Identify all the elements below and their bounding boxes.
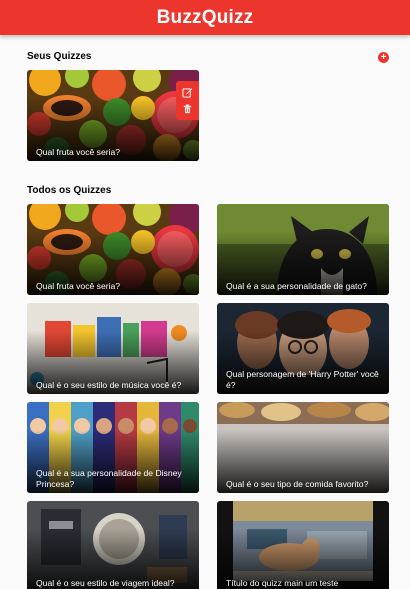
quiz-card[interactable]: Qual fruta você seria?	[27, 204, 199, 295]
quiz-card[interactable]: Qual é o seu tipo de comida favorito?	[217, 402, 389, 493]
all-quizzes-heading: Todos os Quizzes	[27, 185, 112, 196]
your-quiz-card[interactable]: Qual fruta você seria?	[27, 70, 199, 161]
quiz-title: Qual é o seu tipo de comida favorito?	[226, 479, 369, 489]
plus-circle-icon: +	[380, 51, 387, 63]
app-header: BuzzQuizz	[0, 0, 410, 35]
quiz-card[interactable]: Título do quizz main um teste	[217, 501, 389, 589]
quiz-title: Qual personagem de 'Harry Potter' você é…	[226, 369, 379, 390]
quiz-title: Qual é a sua personalidade de gato?	[226, 281, 367, 291]
quiz-title: Qual é o seu estilo de música você é?	[36, 380, 182, 390]
edit-icon[interactable]	[182, 86, 194, 98]
app-title: BuzzQuizz	[156, 6, 254, 28]
main-content: Seus Quizzes + Qual fruta você seria? To…	[0, 35, 410, 589]
quiz-card[interactable]: Qual é o seu estilo de música você é?	[27, 303, 199, 394]
quiz-title: Qual fruta você seria?	[36, 281, 121, 291]
your-quizzes-heading: Seus Quizzes	[27, 51, 92, 62]
quiz-card[interactable]: Qual é a sua personalidade de gato?	[217, 204, 389, 295]
quiz-card[interactable]: Qual é o seu estilo de viagem ideal?	[27, 501, 199, 589]
quiz-title: Título do quizz main um teste	[226, 578, 339, 588]
add-quiz-button[interactable]: +	[378, 52, 389, 63]
quiz-card[interactable]: Qual é a sua personalidade de Disney Pri…	[27, 402, 199, 493]
quiz-card[interactable]: Qual personagem de 'Harry Potter' você é…	[217, 303, 389, 394]
quiz-actions-panel	[176, 81, 199, 120]
quiz-title: Qual é o seu estilo de viagem ideal?	[36, 578, 175, 588]
quiz-title: Qual é a sua personalidade de Disney Pri…	[36, 468, 182, 489]
quiz-title: Qual fruta você seria?	[36, 147, 121, 157]
trash-icon[interactable]	[182, 103, 194, 115]
